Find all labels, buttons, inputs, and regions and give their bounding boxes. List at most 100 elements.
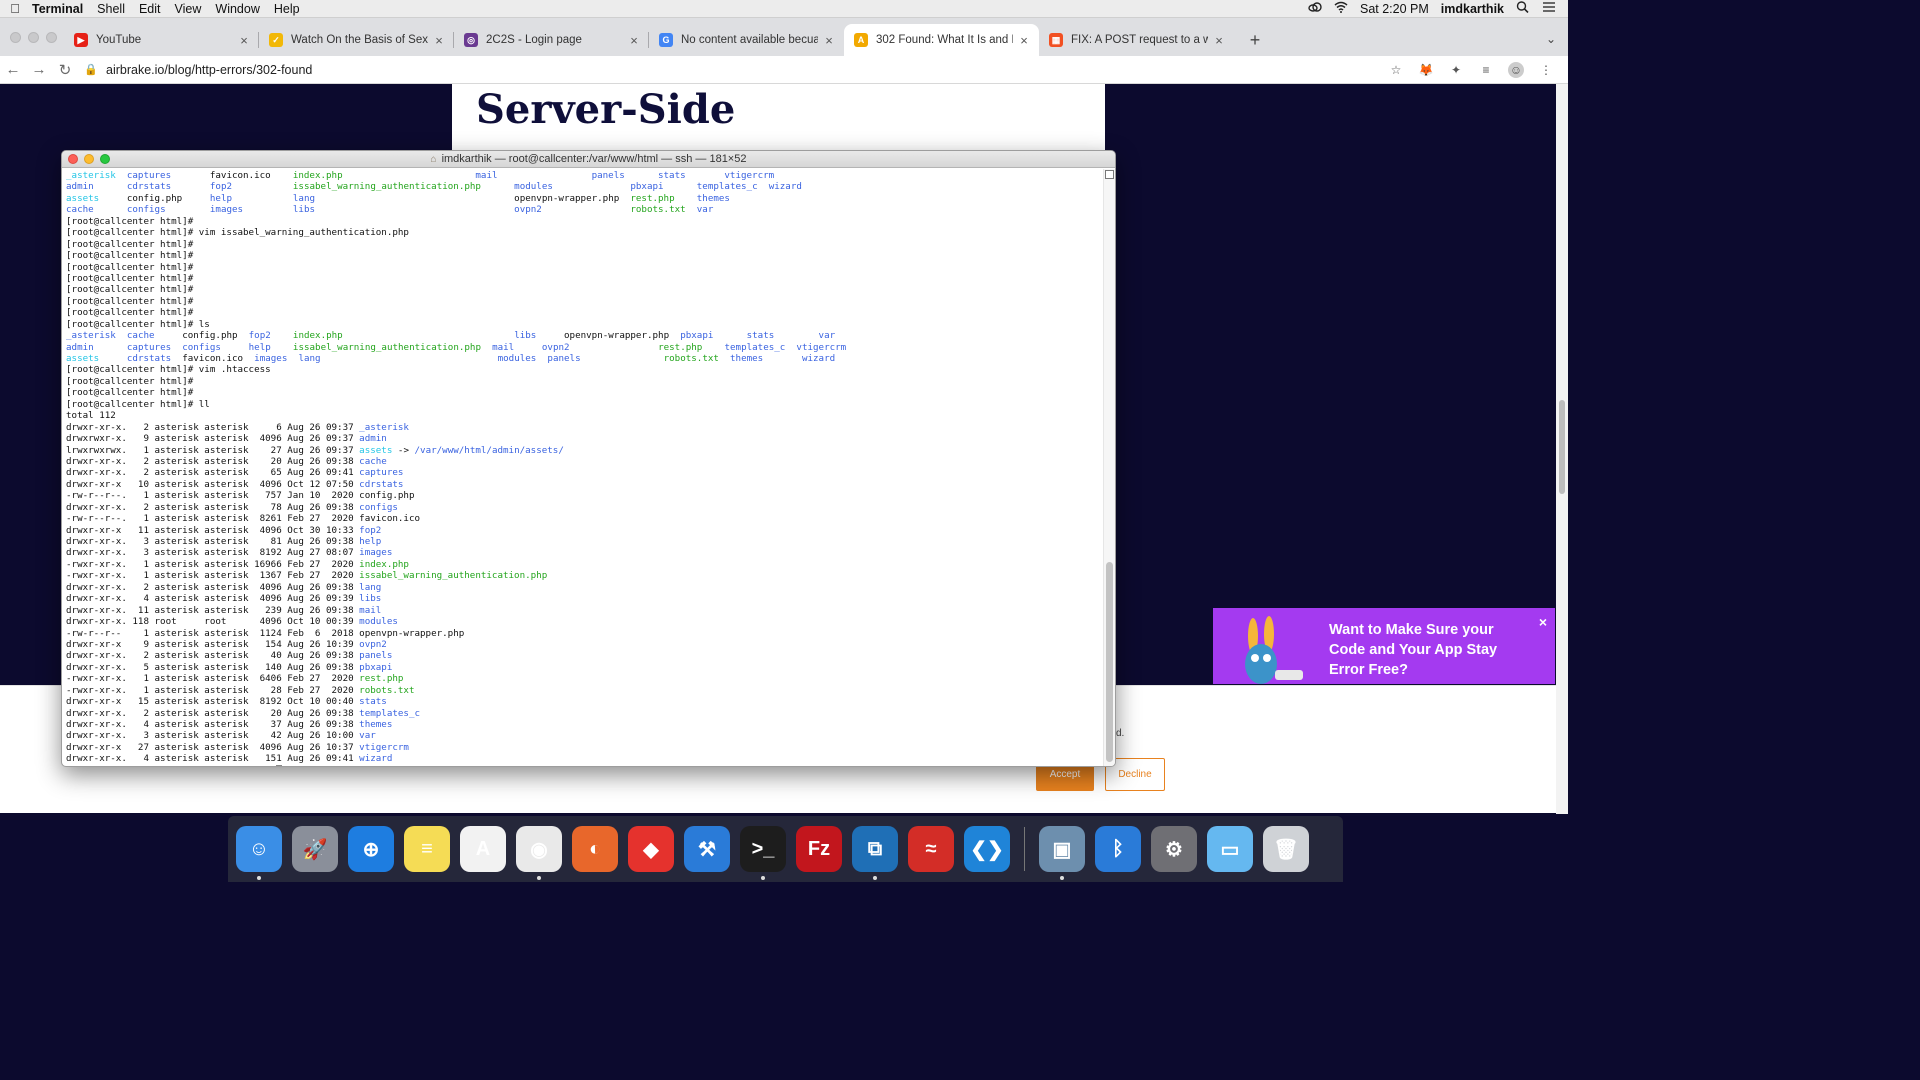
safari-icon[interactable]: ⊕ [348,826,394,872]
android-studio-icon[interactable]: A [460,826,506,872]
close-icon[interactable]: × [1539,614,1547,630]
terminal-text: drwxr-xr-x 27 asterisk asterisk 4096 Aug… [66,741,360,753]
promo-banner[interactable]: Want to Make Sure your Code and Your App… [1213,608,1555,684]
terminal-text: templates_c [359,707,421,719]
page-scrollbar-thumb[interactable] [1559,400,1565,494]
menu-view[interactable]: View [168,2,209,16]
menu-user[interactable]: imdkarthik [1441,2,1504,16]
close-window-button[interactable] [10,32,21,43]
system-preferences-icon[interactable]: ⚙ [1151,826,1197,872]
url-text[interactable]: airbrake.io/blog/http-errors/302-found [106,63,312,77]
terminal-text: openvpn-wrapper.php [564,330,670,342]
vscode-icon[interactable]: ❮❯ [964,826,1010,872]
close-window-button[interactable] [68,154,78,164]
terminal-text: [root@callcenter html]# [66,272,194,284]
downloads-folder-icon[interactable]: ▭ [1207,826,1253,872]
menu-shell[interactable]: Shell [90,2,132,16]
menu-app-name[interactable]: Terminal [30,2,90,16]
reload-icon[interactable]: ↻ [52,61,78,79]
browser-tabs: ▶ YouTube × ✓ Watch On the Basis of Sex … [64,24,1268,56]
notes-icon[interactable]: ≡ [404,826,450,872]
menu-help[interactable]: Help [267,2,307,16]
browser-tab-active[interactable]: A 302 Found: What It Is and How × [844,24,1039,56]
terminal-line: admin cdrstats fop2 issabel_warning_auth… [66,181,1101,192]
browser-tab[interactable]: ◎ 2C2S - Login page × [454,24,649,56]
terminal-text: [root@callcenter html]# [66,250,194,262]
terminal-scrollbar-thumb[interactable] [1106,562,1113,762]
browser-window-controls [10,32,57,43]
close-tab-icon[interactable]: × [822,33,836,48]
terminal-text: ovpn2 [514,204,542,216]
xcode-icon[interactable]: ⚒ [684,826,730,872]
close-tab-icon[interactable]: × [1212,33,1226,48]
bookmark-star-icon[interactable]: ☆ [1388,62,1404,78]
browser-tab[interactable]: ✓ Watch On the Basis of Sex Full × [259,24,454,56]
filezilla-icon[interactable]: Fz [796,826,842,872]
address-bar[interactable]: 🔒 airbrake.io/blog/http-errors/302-found [84,59,1388,81]
bluetooth-icon[interactable]: ᛒ [1095,826,1141,872]
terminal-text: mail [492,341,515,353]
terminal-text: images [254,353,288,364]
terminal-line: -rwxr-xr-x. 1 asterisk asterisk 28 Feb 2… [66,685,1101,696]
trash-icon[interactable]: 🗑 [1263,826,1309,872]
terminal-icon[interactable]: >_ [740,826,786,880]
metamask-icon[interactable]: 🦊 [1418,62,1434,78]
terminal-text: admin [66,341,94,353]
spotlight-icon[interactable] [1516,1,1530,16]
minimize-window-button[interactable] [84,154,94,164]
preview-icon[interactable]: ▣ [1039,826,1085,880]
terminal-line: [root@callcenter html]# ls [66,319,1101,330]
browser-tab[interactable]: ▶ YouTube × [64,24,259,56]
terminal-window[interactable]: ⌂ imdkarthik — root@callcenter:/var/www/… [61,150,1116,767]
reading-list-icon[interactable]: ≡ [1478,62,1494,78]
zoom-window-button[interactable] [46,32,57,43]
lastpass-icon[interactable]: ≈ [908,826,954,872]
tab-search-chevron-icon[interactable]: ⌄ [1546,32,1556,46]
back-arrow-icon[interactable]: ← [0,61,26,78]
terminal-text: wizard [359,753,393,765]
close-tab-icon[interactable]: × [237,33,251,48]
close-tab-icon[interactable]: × [1017,33,1031,48]
terminal-line: cache configs images libs ovpn2 robots.t… [66,204,1101,215]
terminal-title-bar[interactable]: ⌂ imdkarthik — root@callcenter:/var/www/… [62,151,1115,168]
anydesk-icon[interactable]: ◆ [628,826,674,872]
new-tab-button[interactable]: + [1242,24,1268,56]
close-tab-icon[interactable]: × [432,33,446,48]
menu-window[interactable]: Window [208,2,266,16]
forward-arrow-icon[interactable]: → [26,61,52,78]
control-center-icon[interactable] [1542,1,1556,16]
page-scrollbar[interactable] [1556,84,1568,814]
extensions-puzzle-icon[interactable]: ✦ [1448,62,1464,78]
cookie-text: d. [1116,728,1125,739]
menu-edit[interactable]: Edit [132,2,168,16]
creative-cloud-icon[interactable] [1308,1,1322,16]
terminal-text: libs [514,330,537,342]
terminal-text: templates_c [724,341,786,353]
browser-tab[interactable]: G No content available becuase r × [649,24,844,56]
microsoft-favicon-icon: ▦ [1049,33,1063,47]
zoom-window-button[interactable] [100,154,110,164]
lock-icon[interactable]: 🔒 [84,63,98,76]
close-tab-icon[interactable]: × [627,33,641,48]
browser-tab[interactable]: ▦ FIX: A POST request to a webp × [1039,24,1234,56]
terminal-scrollbar[interactable] [1103,169,1115,766]
browser-menu-icon[interactable]: ⋮ [1538,62,1554,78]
apple-menu-icon[interactable]:  [0,1,30,16]
launchpad-icon[interactable]: 🚀 [292,826,338,872]
wifi-icon[interactable] [1334,1,1348,16]
profile-avatar-icon[interactable]: ☺ [1508,61,1524,78]
split-pane-icon[interactable] [1105,170,1114,179]
firefox-icon[interactable]: ◐ [572,826,618,872]
menu-clock[interactable]: Sat 2:20 PM [1360,2,1429,16]
terminal-output[interactable]: _asterisk captures favicon.ico index.php… [62,169,1105,766]
terminal-text: drwxr-xr-x. 3 asterisk asterisk 81 Aug 2… [66,536,360,547]
virtualbox-icon[interactable]: ⧉ [852,826,898,880]
chrome-icon[interactable]: ◉ [516,826,562,880]
minimize-window-button[interactable] [28,32,39,43]
finder-icon[interactable]: ☺ [236,826,282,880]
